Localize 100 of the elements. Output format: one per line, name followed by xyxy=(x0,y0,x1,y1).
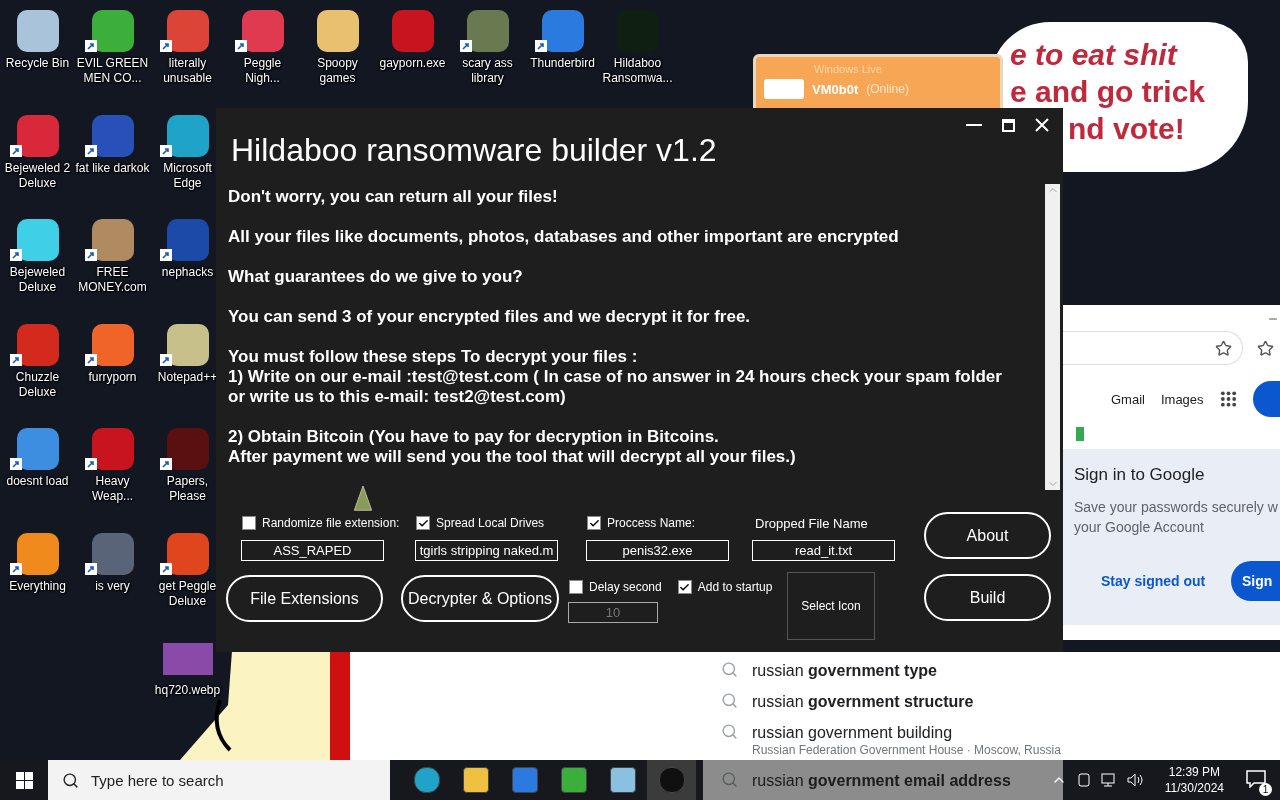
app-icon[interactable] xyxy=(466,10,509,52)
maximize-button[interactable] xyxy=(1002,118,1015,132)
icon-label: scary ass library xyxy=(461,56,514,86)
scrollbar[interactable] xyxy=(1045,183,1060,490)
app-icon[interactable] xyxy=(166,428,209,470)
checkbox[interactable] xyxy=(677,580,692,594)
app-icon[interactable] xyxy=(166,114,209,157)
device-icon[interactable] xyxy=(1076,772,1091,788)
checkbox[interactable] xyxy=(587,516,601,530)
suggestion-item[interactable]: russian government type xyxy=(752,661,937,681)
file-extensions-button[interactable]: File Extensions xyxy=(226,575,383,622)
nav-link[interactable]: Gmail xyxy=(1111,391,1145,407)
action-button[interactable]: About xyxy=(924,512,1051,559)
message-paragraph: You can send 3 of your encrypted files and we decrypt it for free. xyxy=(228,306,752,327)
suggestion-item[interactable]: russian government building xyxy=(752,723,1061,743)
message-paragraph: 2) Obtain Bitcoin (You have to pay for decryption in Bitcoins. After payment we will send you the tool that will decrypt all your files.) xyxy=(228,426,797,467)
text-field[interactable]: penis32.exe xyxy=(586,540,729,561)
icon-label: Thunderbird xyxy=(530,56,595,71)
option-label: Randomize file extension: xyxy=(262,516,400,530)
icon-label: EVIL GREEN MEN CO... xyxy=(75,56,150,86)
option-label: Delay second xyxy=(589,580,662,594)
icon-label: doesnt load xyxy=(6,474,69,489)
stay-signed-out-button[interactable]: Stay signed out xyxy=(1074,573,1206,589)
search-icon xyxy=(721,661,738,678)
app-icon[interactable] xyxy=(16,219,59,261)
text-field[interactable]: ASS_RAPED xyxy=(241,540,384,561)
app-icon[interactable] xyxy=(91,114,134,157)
checkbox[interactable] xyxy=(416,516,430,530)
app-icon[interactable] xyxy=(16,323,59,366)
text-field[interactable]: tgirls stripping naked.m xyxy=(415,540,558,561)
checkbox[interactable] xyxy=(242,516,256,530)
clock[interactable]: 12:39 PM 11/30/2024 xyxy=(1154,764,1234,796)
icon-label: Notepad++ xyxy=(157,369,218,385)
icon-label: Recycle Bin xyxy=(5,56,70,71)
select-icon-button[interactable]: Select Icon xyxy=(787,572,875,640)
star-icon[interactable] xyxy=(1215,339,1232,357)
icon-label: hq720.webp xyxy=(154,683,221,698)
app-icon[interactable] xyxy=(16,10,59,52)
icon-label: Bejeweled Deluxe xyxy=(8,265,67,295)
option-label: Add to startup xyxy=(697,580,773,594)
icon-label: literally unusable xyxy=(162,56,213,86)
image-thumbnail[interactable] xyxy=(162,643,213,675)
progress-mark xyxy=(1076,427,1084,441)
icon-label: Everything xyxy=(9,578,66,594)
app-icon[interactable] xyxy=(16,428,59,470)
suggestion-item[interactable]: russian government email address xyxy=(752,771,1011,791)
icon-label: gayporn.exe xyxy=(379,56,446,71)
icon-label: furryporn xyxy=(88,369,137,385)
app-icon[interactable] xyxy=(166,10,209,52)
notification-count: 1 xyxy=(1259,783,1272,796)
app-icon[interactable] xyxy=(166,532,209,575)
app-icon[interactable] xyxy=(91,532,134,575)
window-title: Windows Live xyxy=(813,63,883,75)
star-icon[interactable] xyxy=(1257,339,1274,357)
app-icon[interactable] xyxy=(316,10,359,52)
sign-in-button[interactable]: Sign xyxy=(1231,561,1280,601)
icon-label: Bejeweled 2 Deluxe xyxy=(3,160,72,191)
avatar-placeholder xyxy=(764,79,804,99)
icon-label: FREE MONEY.com xyxy=(77,265,148,295)
app-icon[interactable] xyxy=(91,428,134,470)
suggestion-item[interactable]: russian government structure xyxy=(752,692,974,712)
icon-label: Microsoft Edge xyxy=(162,160,213,191)
app-icon[interactable] xyxy=(166,323,209,366)
icon-label: fat like darkok xyxy=(75,160,150,176)
icon-label: get Peggle Deluxe xyxy=(157,578,218,609)
search-icon xyxy=(721,692,738,709)
icon-label: Heavy Weap... xyxy=(90,474,135,504)
close-button[interactable] xyxy=(1035,118,1049,132)
status-text: (Online) xyxy=(866,82,909,96)
search-icon xyxy=(721,723,738,740)
network-icon[interactable] xyxy=(1100,773,1117,787)
apps-grid-icon[interactable] xyxy=(1219,390,1237,408)
app-icon[interactable] xyxy=(541,10,584,52)
decrypter-options-button[interactable]: Decrypter & Options xyxy=(401,575,559,622)
nav-link[interactable]: Images xyxy=(1160,391,1204,407)
message-paragraph: Don't worry, you can return all your files! xyxy=(228,186,559,207)
action-button[interactable]: Build xyxy=(924,574,1051,621)
field-label: Dropped File Name xyxy=(754,515,869,533)
app-icon[interactable] xyxy=(16,114,59,157)
search-icon xyxy=(721,771,738,788)
icon-label: Chuzzle Deluxe xyxy=(14,369,61,400)
contact-name: VM0b0t xyxy=(812,81,859,97)
message-paragraph: What guarantees do we give to you? xyxy=(228,266,524,287)
suggestion-detail: Russian Federation Government House · Moscow, Russia xyxy=(752,743,1061,757)
icon-label: Peggle Nigh... xyxy=(242,56,283,86)
window-title: Hildaboo ransomware builder v1.2 xyxy=(231,132,718,169)
app-icon[interactable] xyxy=(91,323,134,366)
app-icon[interactable] xyxy=(241,10,284,52)
app-icon[interactable] xyxy=(91,219,134,261)
text-field[interactable]: read_it.txt xyxy=(752,540,895,561)
option-label: Proccess Name: xyxy=(607,516,696,530)
search-field[interactable]: Type here to search xyxy=(48,760,390,800)
app-icon[interactable] xyxy=(166,219,209,261)
app-icon[interactable] xyxy=(16,532,59,575)
card-title: Sign in to Google xyxy=(1074,465,1206,485)
app-icon[interactable] xyxy=(91,10,134,52)
search-icon xyxy=(62,771,79,789)
bubble-text: nd vote! xyxy=(1068,111,1185,147)
speaker-icon[interactable] xyxy=(1126,773,1145,787)
minimize-icon xyxy=(966,124,982,126)
